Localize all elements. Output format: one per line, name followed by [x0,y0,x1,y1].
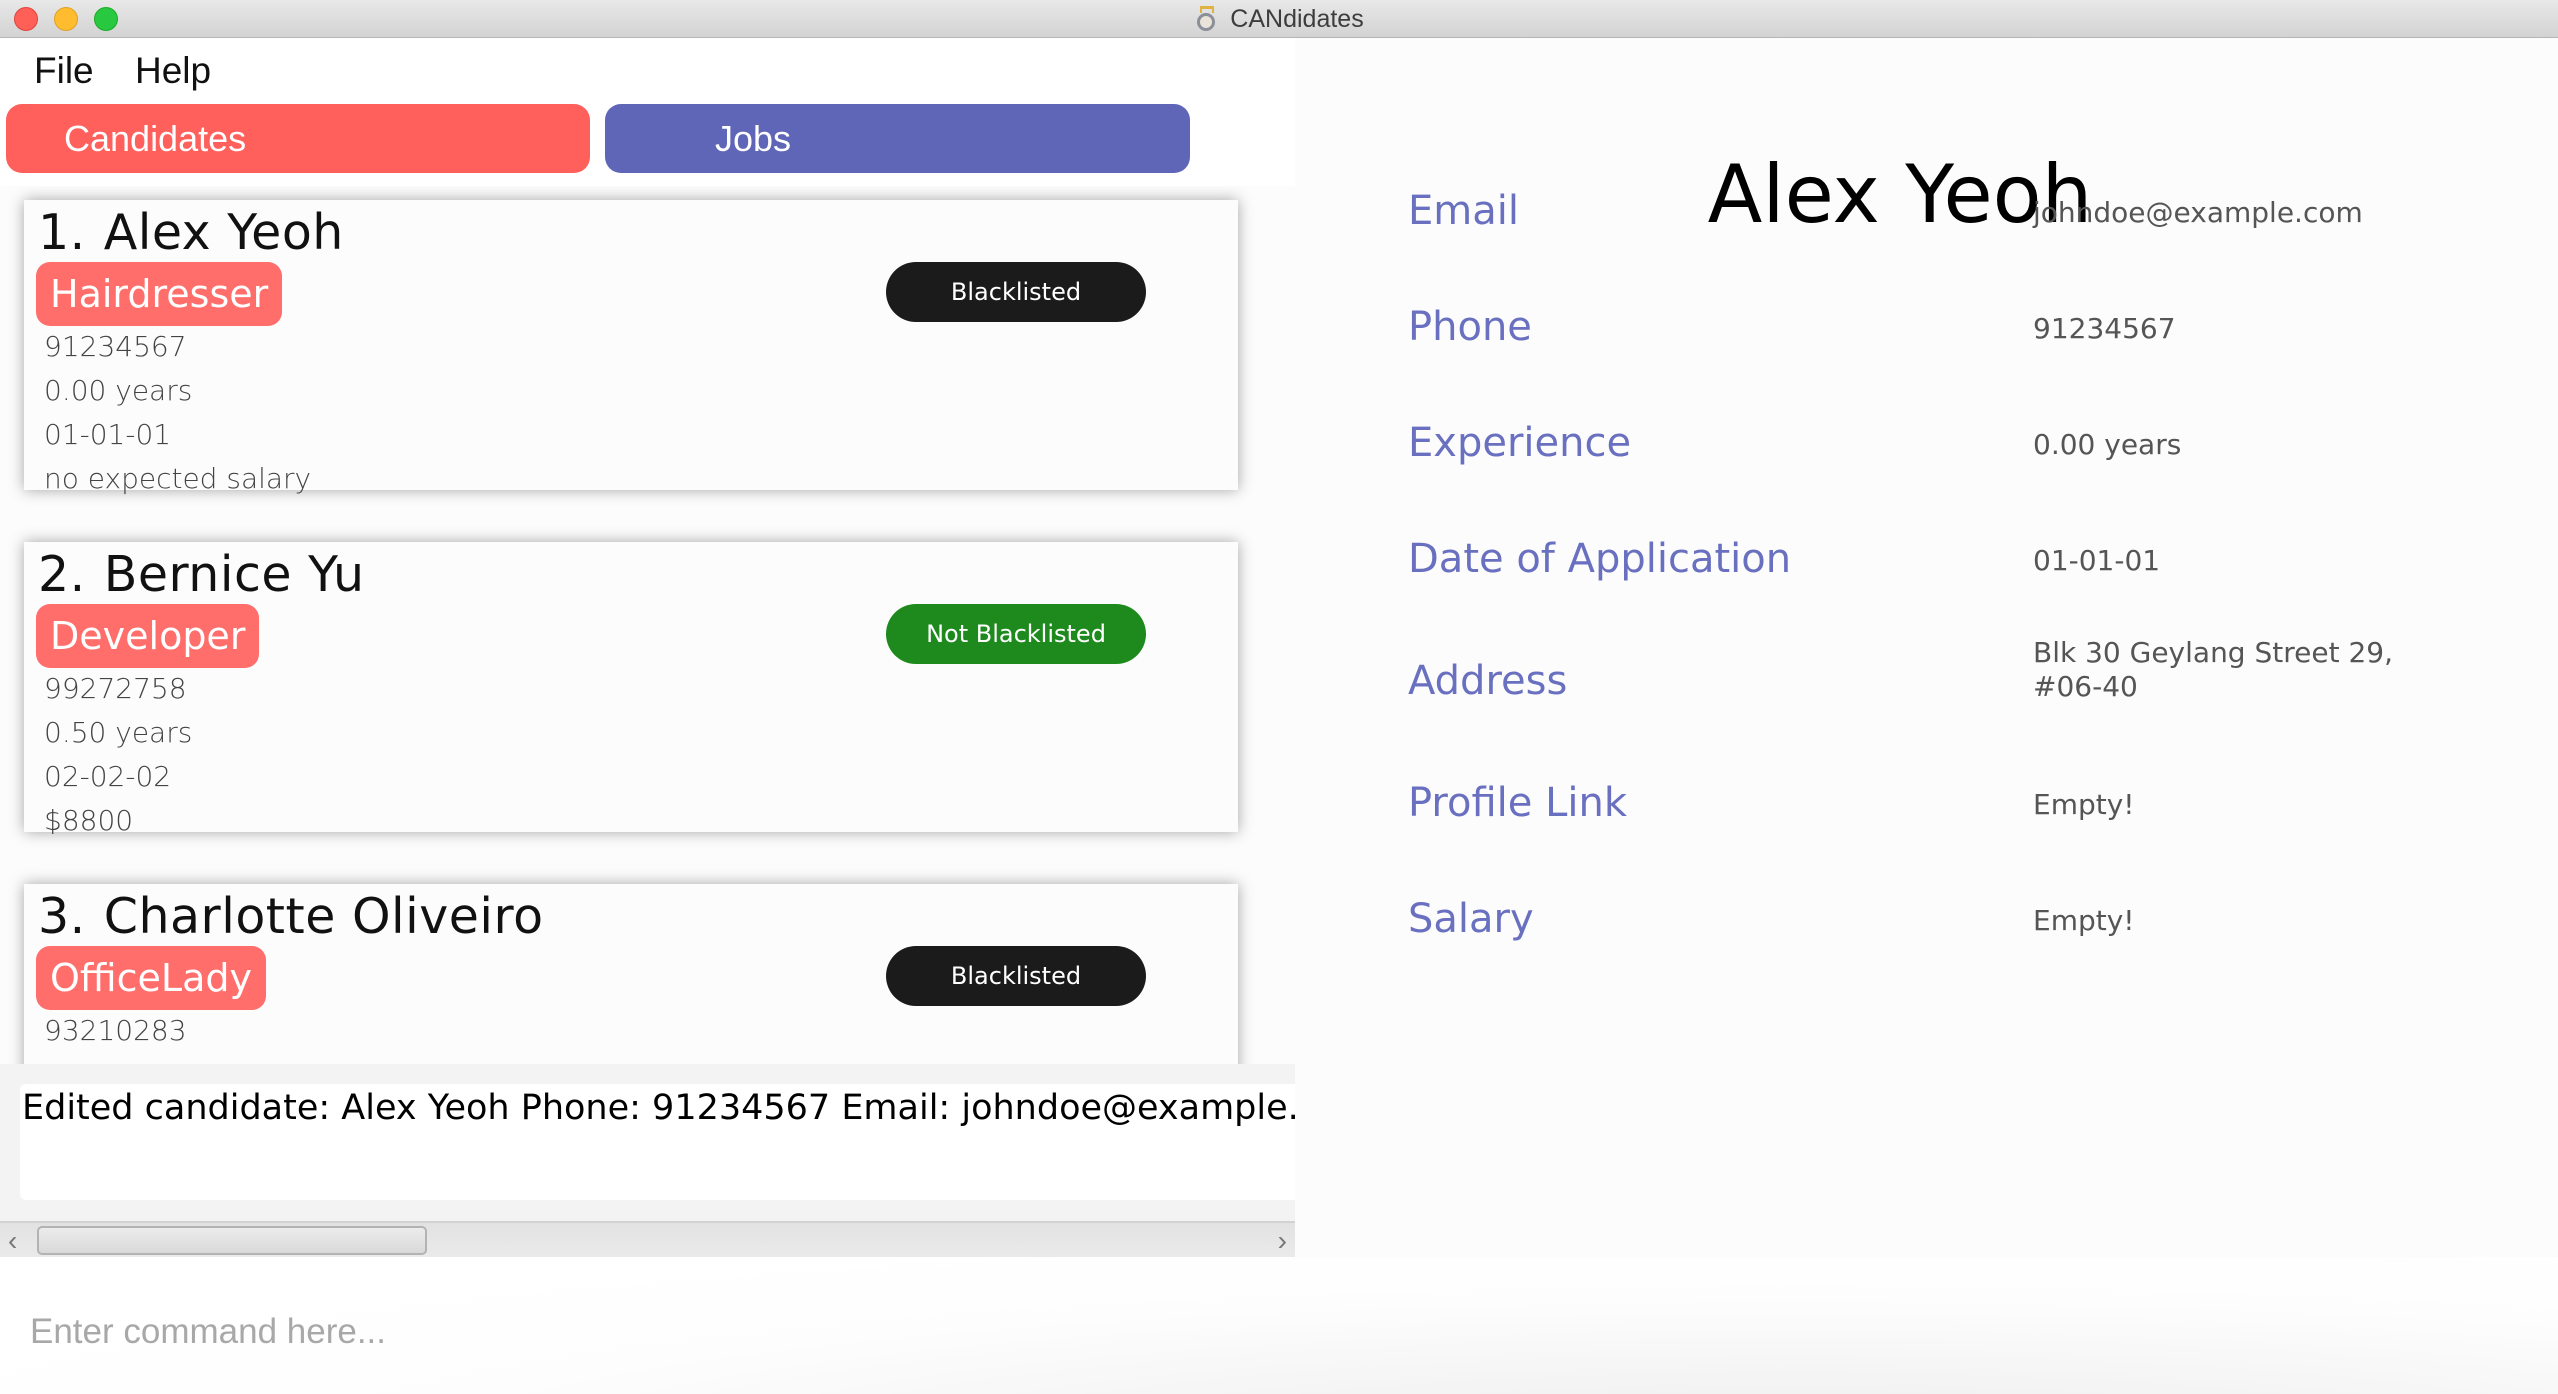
scroll-right-icon[interactable]: › [1278,1225,1287,1257]
app-logo-icon [1194,6,1220,32]
window-title-container: CANdidates [0,0,2558,38]
candidate-experience: 0.00 years [44,374,193,407]
result-text: Edited candidate: Alex Yeoh Phone: 91234… [22,1088,1295,1128]
candidate-name-text: Charlotte Oliveiro [103,888,544,945]
status-badge: Not Blacklisted [886,604,1146,664]
command-box [0,1257,2558,1394]
tab-candidates-label: Candidates [64,117,247,159]
candidate-card[interactable]: 3. Charlotte Oliveiro OfficeLady Blacklis… [24,884,1238,1064]
candidate-tag: Hairdresser [36,262,283,326]
candidate-date: 01-01-01 [44,418,172,451]
detail-label-experience: Experience [1408,420,1632,466]
result-horizontal-scrollbar[interactable]: ‹ › [0,1221,1295,1257]
candidate-list[interactable]: 1. Alex Yeoh Hairdresser Blacklisted 9123… [0,186,1295,1064]
menu-bar: File Help [0,38,1295,100]
candidate-tag: Developer [36,604,260,668]
status-badge: Blacklisted [886,262,1146,322]
command-input[interactable] [30,1297,2430,1367]
tab-jobs-label: Jobs [715,117,792,159]
detail-label-phone: Phone [1408,304,1532,350]
scroll-left-icon[interactable]: ‹ [8,1225,17,1257]
detail-label-address: Address [1408,658,1568,704]
left-pane: Candidates Jobs 1. Alex Yeoh Hairdresser … [0,100,1295,1394]
detail-label-salary: Salary [1408,896,1534,942]
candidate-index: 2. [38,546,86,603]
candidate-experience: 0.50 years [44,716,193,749]
candidate-name-text: Bernice Yu [103,546,365,603]
detail-value-salary: Empty! [2033,904,2135,937]
title-bar: CANdidates [0,0,2558,38]
detail-value-profile-link: Empty! [2033,788,2135,821]
detail-label-email: Email [1408,188,1519,234]
menu-file[interactable]: File [34,50,94,92]
candidate-name: 3. Charlotte Oliveiro [38,888,544,945]
candidate-tag: OfficeLady [36,946,266,1010]
candidate-salary: $8800 [44,804,134,837]
candidate-card[interactable]: 2. Bernice Yu Developer Not Blacklisted 9… [24,542,1238,837]
detail-label-profile-link: Profile Link [1408,780,1628,826]
candidate-detail-panel: Alex Yeoh Email johndoe@example.com Phon… [1295,38,2558,1257]
candidate-salary: no expected salary [44,462,312,495]
candidate-name-text: Alex Yeoh [103,204,344,261]
scrollbar-thumb[interactable] [37,1226,427,1255]
candidate-phone: 91234567 [44,330,187,363]
candidate-name: 2. Bernice Yu [38,546,365,603]
result-box: Edited candidate: Alex Yeoh Phone: 91234… [20,1084,1295,1200]
candidate-index: 3. [38,888,86,945]
detail-label-date-of-application: Date of Application [1408,536,1792,582]
detail-value-experience: 0.00 years [2033,428,2182,461]
window-title: CANdidates [1230,4,1364,33]
candidate-date: 02-02-02 [44,760,172,793]
detail-value-email: johndoe@example.com [2033,196,2363,229]
detail-value-phone: 91234567 [2033,312,2176,345]
detail-value-address: Blk 30 Geylang Street 29, #06-40 [2033,636,2393,703]
status-badge: Blacklisted [886,946,1146,1006]
tab-candidates[interactable]: Candidates [6,104,590,173]
result-display: Edited candidate: Alex Yeoh Phone: 91234… [0,1064,1295,1221]
candidate-card[interactable]: 1. Alex Yeoh Hairdresser Blacklisted 9123… [24,200,1238,495]
candidate-phone: 93210283 [44,1014,187,1047]
tab-jobs[interactable]: Jobs [605,104,1190,173]
menu-help[interactable]: Help [135,50,211,92]
candidate-name: 1. Alex Yeoh [38,204,344,261]
candidate-phone: 99272758 [44,672,187,705]
candidate-index: 1. [38,204,86,261]
detail-value-date-of-application: 01-01-01 [2033,544,2161,577]
